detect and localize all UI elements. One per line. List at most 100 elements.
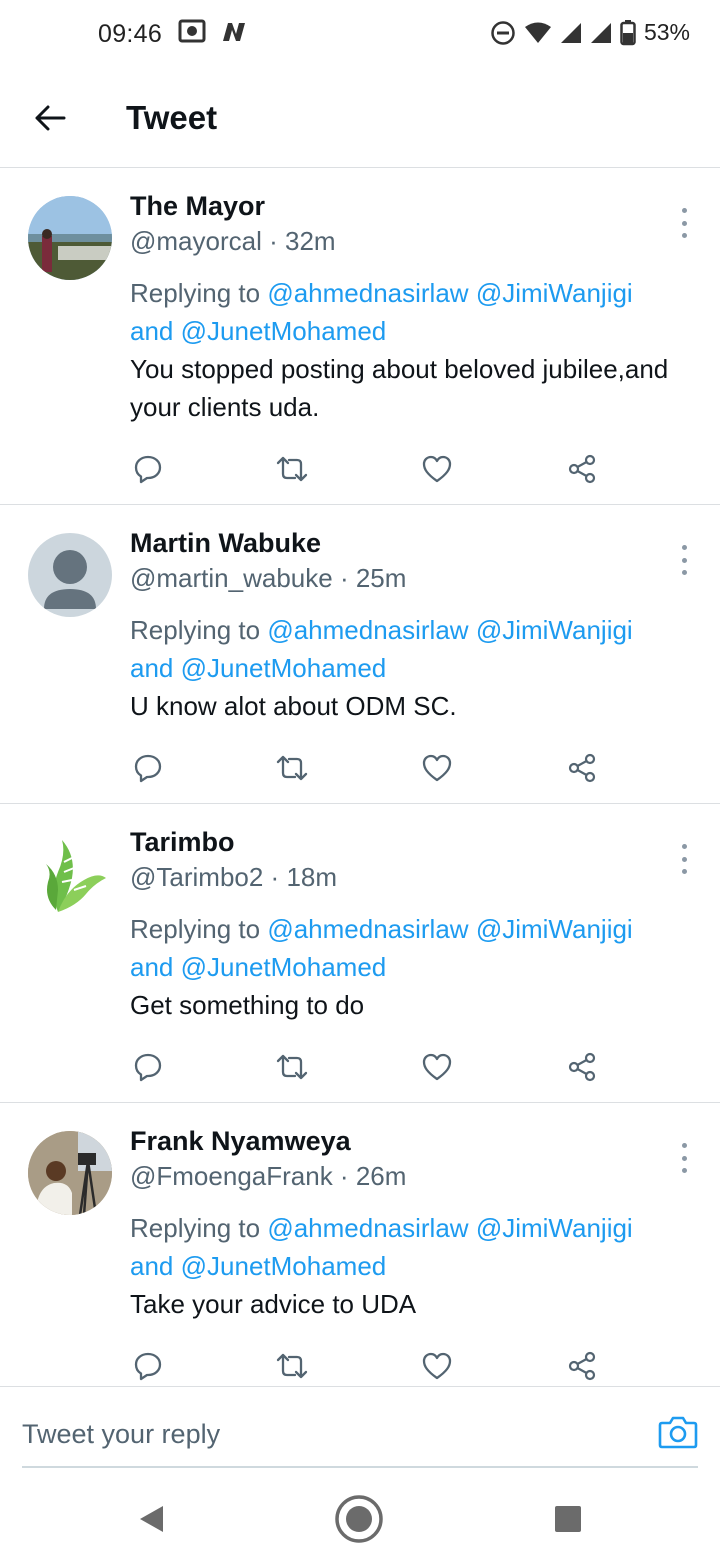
camera-icon	[658, 1416, 698, 1449]
back-button[interactable]	[28, 96, 72, 140]
mention-link[interactable]: @ahmednasirlaw	[267, 615, 468, 645]
replying-label: Replying to	[130, 1213, 261, 1243]
avatar[interactable]	[28, 533, 112, 617]
and-label: and	[130, 1251, 174, 1281]
reply-tweet[interactable]: The Mayor @mayorcal · 32m Replying to @a…	[0, 168, 720, 505]
like-button[interactable]	[419, 750, 455, 786]
tweet-actions	[130, 451, 610, 487]
like-button[interactable]	[419, 1348, 455, 1384]
tweet-time: 18m	[286, 862, 338, 892]
share-button[interactable]	[564, 1049, 600, 1085]
author-name[interactable]: Martin Wabuke	[130, 525, 670, 561]
retweet-button[interactable]	[274, 1348, 310, 1384]
nav-back-button[interactable]	[126, 1494, 176, 1544]
signal-icon	[590, 22, 611, 43]
like-button[interactable]	[419, 451, 455, 487]
avatar[interactable]	[28, 1131, 112, 1215]
reply-tweet[interactable]: Frank Nyamweya @FmoengaFrank · 26m Reply…	[0, 1103, 720, 1386]
reply-button[interactable]	[130, 451, 166, 487]
status-bar: 09:46 53%	[0, 0, 720, 68]
tweet-time: 26m	[355, 1161, 407, 1191]
home-circle-icon	[335, 1495, 383, 1543]
mention-link[interactable]: @ahmednasirlaw	[267, 1213, 468, 1243]
reply-icon	[134, 1352, 162, 1381]
share-button[interactable]	[564, 750, 600, 786]
and-label: and	[130, 952, 174, 982]
heart-icon	[422, 1053, 452, 1081]
author-handle[interactable]: @martin_wabuke	[130, 563, 333, 593]
mention-link[interactable]: @ahmednasirlaw	[267, 914, 468, 944]
tweet-actions	[130, 1348, 610, 1384]
and-label: and	[130, 653, 174, 683]
share-button[interactable]	[564, 1348, 600, 1384]
tweet-body: Frank Nyamweya @FmoengaFrank · 26m Reply…	[130, 1123, 670, 1323]
author-handle-line: @Tarimbo2 · 18m	[130, 862, 338, 892]
mention-link[interactable]: @ahmednasirlaw	[267, 278, 468, 308]
heart-icon	[422, 754, 452, 782]
back-triangle-icon	[140, 1506, 163, 1532]
app-header: Tweet	[0, 68, 720, 168]
retweet-button[interactable]	[274, 750, 310, 786]
retweet-icon	[276, 456, 308, 482]
share-icon	[568, 753, 596, 783]
replying-to: Replying to @ahmednasirlaw @JimiWanjigi …	[130, 611, 670, 687]
replying-label: Replying to	[130, 615, 261, 645]
heart-icon	[422, 1352, 452, 1380]
retweet-button[interactable]	[274, 451, 310, 487]
tweet-body: Martin Wabuke @martin_wabuke · 25m Reply…	[130, 525, 670, 725]
share-button[interactable]	[564, 451, 600, 487]
reply-tweet[interactable]: Martin Wabuke @martin_wabuke · 25m Reply…	[0, 505, 720, 804]
share-icon	[568, 1052, 596, 1082]
author-handle-line: @martin_wabuke · 25m	[130, 563, 407, 593]
battery-icon	[620, 19, 636, 45]
like-button[interactable]	[419, 1049, 455, 1085]
heart-icon	[422, 455, 452, 483]
mention-link[interactable]: @JimiWanjigi	[476, 615, 633, 645]
more-options-button[interactable]	[674, 545, 694, 575]
more-options-button[interactable]	[674, 844, 694, 874]
reply-composer: Tweet your reply	[0, 1386, 720, 1480]
share-icon	[568, 1351, 596, 1381]
nav-recents-button[interactable]	[543, 1494, 593, 1544]
reply-input[interactable]: Tweet your reply	[22, 1419, 220, 1450]
mention-link[interactable]: @JunetMohamed	[181, 653, 387, 683]
reply-icon	[134, 754, 162, 783]
tweet-body: Tarimbo @Tarimbo2 · 18m Replying to @ahm…	[130, 824, 670, 1024]
avatar[interactable]	[28, 196, 112, 280]
more-options-button[interactable]	[674, 1143, 694, 1173]
reply-tweet[interactable]: Tarimbo @Tarimbo2 · 18m Replying to @ahm…	[0, 804, 720, 1103]
author-name[interactable]: Tarimbo	[130, 824, 670, 860]
author-handle[interactable]: @mayorcal	[130, 226, 262, 256]
author-name[interactable]: Frank Nyamweya	[130, 1123, 670, 1159]
arrow-left-icon	[35, 105, 66, 131]
mention-link[interactable]: @JunetMohamed	[181, 316, 387, 346]
mention-link[interactable]: @JimiWanjigi	[476, 1213, 633, 1243]
system-icons: 53%	[490, 19, 690, 46]
nav-home-button[interactable]	[334, 1494, 384, 1544]
reply-button[interactable]	[130, 1348, 166, 1384]
mention-link[interactable]: @JimiWanjigi	[476, 278, 633, 308]
recents-square-icon	[555, 1506, 581, 1532]
retweet-button[interactable]	[274, 1049, 310, 1085]
reply-button[interactable]	[130, 750, 166, 786]
more-options-button[interactable]	[674, 208, 694, 238]
tweet-text: Take your advice to UDA	[130, 1289, 417, 1319]
mention-link[interactable]: @JunetMohamed	[181, 1251, 387, 1281]
author-handle-line: @FmoengaFrank · 26m	[130, 1161, 407, 1191]
reply-button[interactable]	[130, 1049, 166, 1085]
battery-percent: 53%	[643, 19, 690, 45]
avatar[interactable]	[28, 832, 112, 916]
and-label: and	[130, 316, 174, 346]
camera-button[interactable]	[658, 1413, 698, 1453]
author-handle[interactable]: @FmoengaFrank	[130, 1161, 333, 1191]
author-name[interactable]: The Mayor	[130, 188, 670, 224]
author-handle-line: @mayorcal · 32m	[130, 226, 336, 256]
mention-link[interactable]: @JimiWanjigi	[476, 914, 633, 944]
tweet-actions	[130, 750, 610, 786]
reply-icon	[134, 1053, 162, 1082]
notification-icons	[178, 19, 248, 45]
author-handle[interactable]: @Tarimbo2	[130, 862, 263, 892]
tweet-text: U know alot about ODM SC.	[130, 691, 457, 721]
mention-link[interactable]: @JunetMohamed	[181, 952, 387, 982]
retweet-icon	[276, 755, 308, 781]
